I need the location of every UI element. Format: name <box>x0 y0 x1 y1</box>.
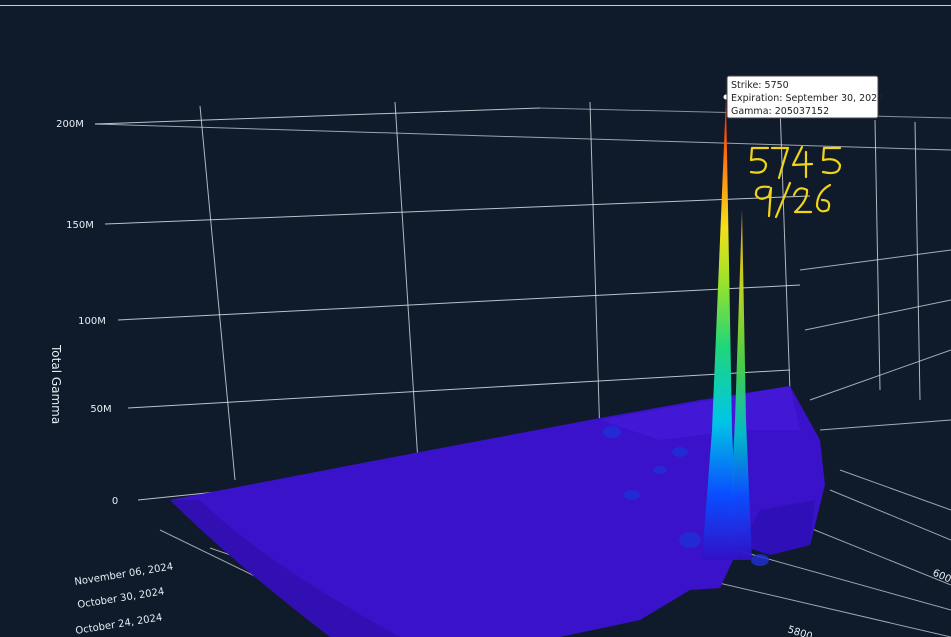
vertical-gridline <box>874 119 881 391</box>
expiration-tick-label: October 24, 2024 <box>75 612 163 637</box>
surface-bump <box>751 554 769 566</box>
expiration-axis-ticks: November 06, 2024October 30, 2024October… <box>74 561 174 636</box>
z-tick-label: 100M <box>78 316 106 327</box>
strike-tick-label: 5800 <box>786 624 814 637</box>
right-wall-gridline <box>819 419 951 431</box>
vertical-gridline <box>914 121 921 401</box>
surface-bump <box>603 426 621 438</box>
vertical-gridline <box>589 101 601 441</box>
top-edge <box>94 123 951 151</box>
floor-gridline <box>829 489 951 541</box>
z-gridline <box>94 107 541 125</box>
expiration-tick-label: October 30, 2024 <box>77 586 165 611</box>
hover-tooltip: Strike: 5750 Expiration: September 30, 2… <box>723 75 883 119</box>
expiration-tick-label: November 06, 2024 <box>74 561 174 587</box>
surface-bump <box>672 447 688 457</box>
z-axis-ticks: 0 50M 100M 150M 200M <box>56 119 118 507</box>
z-tick-label: 200M <box>56 119 84 130</box>
floor-gridline <box>839 469 951 511</box>
strike-axis-ticks: 5800 600 <box>786 568 951 637</box>
z-tick-label: 0 <box>112 496 118 507</box>
right-wall-gridline <box>809 349 951 401</box>
hover-expiration: Expiration: September 30, 2024 <box>731 93 883 104</box>
hover-strike: Strike: 5750 <box>731 80 789 91</box>
handwritten-annotation <box>749 145 842 219</box>
surface-bump <box>679 532 701 548</box>
peak-spike-5745 <box>728 209 752 560</box>
z-tick-label: 50M <box>90 404 111 415</box>
z-tick-label: 150M <box>66 220 94 231</box>
vertical-gridline <box>199 105 236 481</box>
gamma-surface-plot[interactable]: 0 50M 100M 150M 200M Total Gamma November 06… <box>0 0 951 637</box>
right-wall-gridline <box>799 249 951 271</box>
hover-gamma: Gamma: 205037152 <box>731 106 829 117</box>
surface-bump <box>653 466 667 474</box>
strike-tick-label: 600 <box>931 568 951 586</box>
surface-bump <box>624 490 640 500</box>
z-axis-title: Total Gamma <box>49 344 63 424</box>
vertical-gridline <box>394 101 419 463</box>
gamma-surface <box>170 97 825 637</box>
z-gridline <box>117 284 801 321</box>
